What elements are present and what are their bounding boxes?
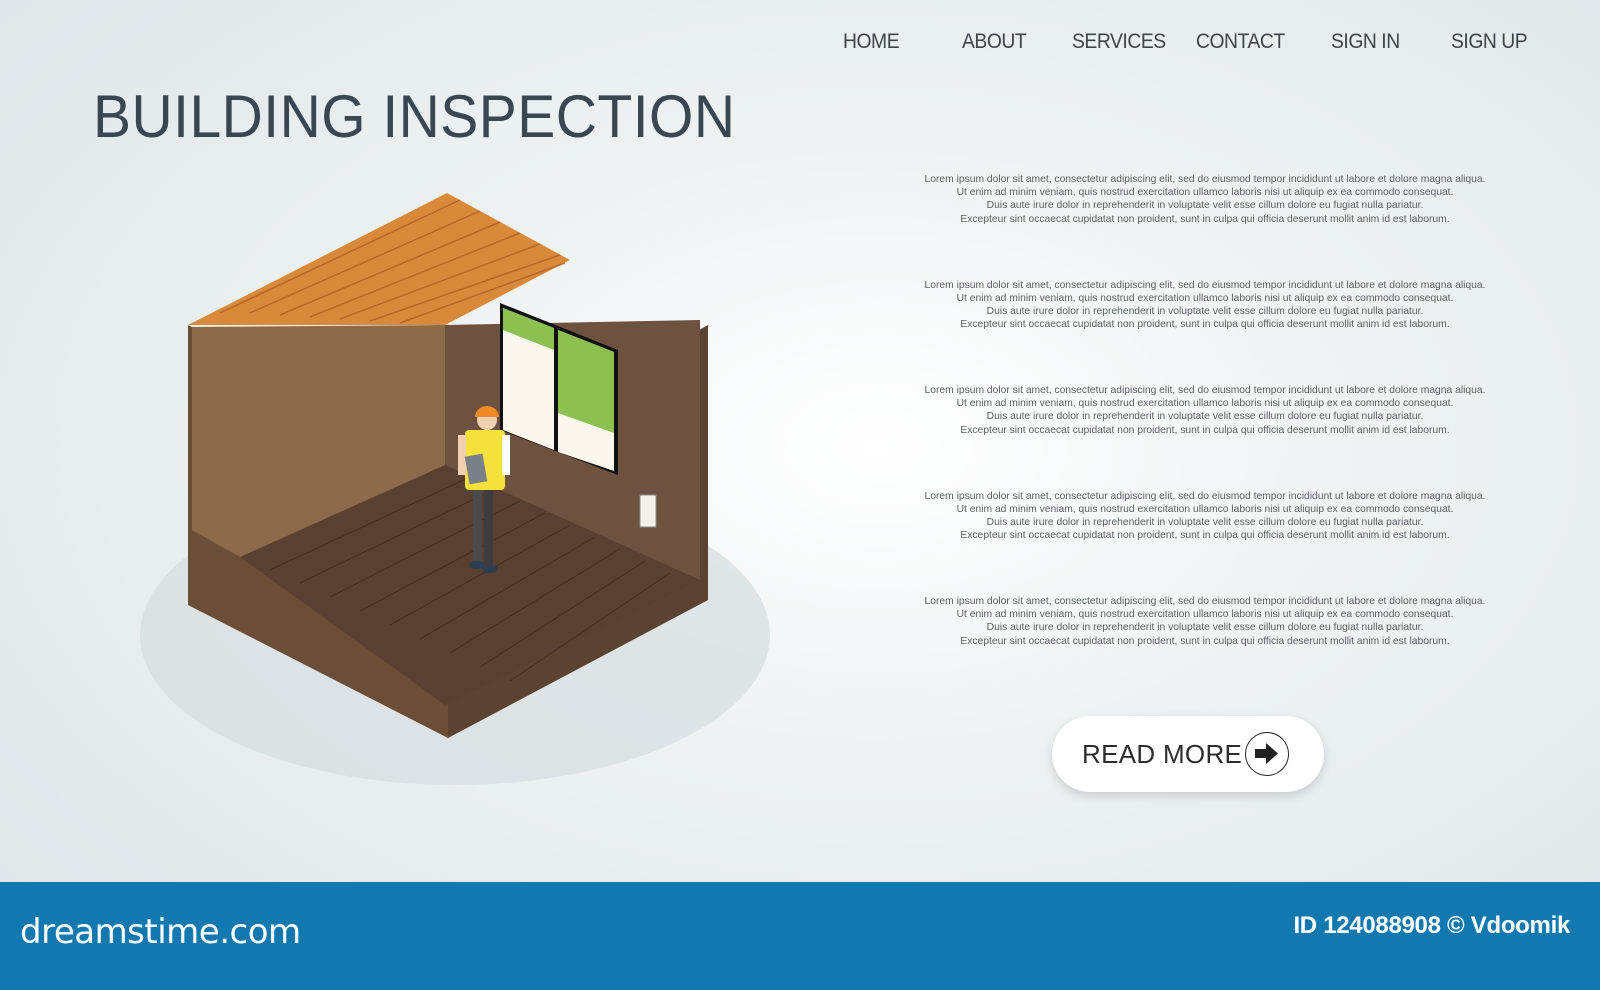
paragraph-line: Ut enim ad minim veniam, quis nostrud ex… <box>956 609 1454 621</box>
paragraph-line: Duis aute irure dolor in reprehenderit i… <box>986 200 1424 212</box>
roof <box>188 193 570 325</box>
nav-sign-up[interactable]: SIGN UP <box>1451 30 1528 54</box>
arrow-right-icon <box>1245 732 1289 776</box>
paragraph: Lorem ipsum dolor sit amet, consectetur … <box>905 384 1505 490</box>
nav-services[interactable]: SERVICES <box>1072 30 1166 54</box>
paragraph-line: Duis aute irure dolor in reprehenderit i… <box>986 411 1424 423</box>
read-more-label: READ MORE <box>1082 739 1243 769</box>
wall-outlet <box>639 494 657 528</box>
paragraph-line: Excepteur sint occaecat cupidatat non pr… <box>960 424 1450 436</box>
paragraph-line: Duis aute irure dolor in reprehenderit i… <box>986 305 1424 317</box>
paragraph-line: Excepteur sint occaecat cupidatat non pr… <box>960 319 1450 331</box>
paragraph-line: Excepteur sint occaecat cupidatat non pr… <box>960 635 1450 647</box>
paragraph-line: Ut enim ad minim veniam, quis nostrud ex… <box>956 503 1454 515</box>
brand-logo: dreamstime.com <box>20 912 301 952</box>
paragraph-line: Lorem ipsum dolor sit amet, consectetur … <box>924 279 1486 291</box>
paragraph-line: Excepteur sint occaecat cupidatat non pr… <box>960 213 1450 225</box>
top-nav: HOME ABOUT SERVICES CONTACT SIGN IN SIGN… <box>0 30 1600 60</box>
isometric-room-with-inspector-icon <box>140 193 770 785</box>
paragraph: Lorem ipsum dolor sit amet, consectetur … <box>905 173 1505 279</box>
paragraph-line: Ut enim ad minim veniam, quis nostrud ex… <box>956 292 1454 304</box>
footer-bar: dreamstime.com ID 124088908 © Vdoomik <box>0 882 1600 990</box>
paragraph: Lorem ipsum dolor sit amet, consectetur … <box>905 595 1505 701</box>
nav-sign-in[interactable]: SIGN IN <box>1331 30 1400 54</box>
nav-home[interactable]: HOME <box>843 30 900 54</box>
text-blocks: Lorem ipsum dolor sit amet, consectetur … <box>905 173 1505 701</box>
paragraph-line: Ut enim ad minim veniam, quis nostrud ex… <box>956 398 1454 410</box>
paragraph: Lorem ipsum dolor sit amet, consectetur … <box>905 490 1505 596</box>
paragraph-line: Lorem ipsum dolor sit amet, consectetur … <box>924 596 1486 607</box>
paragraph-line: Excepteur sint occaecat cupidatat non pr… <box>960 530 1450 542</box>
image-credit: ID 124088908 © Vdoomik <box>1293 912 1570 939</box>
paragraph-line: Duis aute irure dolor in reprehenderit i… <box>986 516 1424 528</box>
page-title: BUILDING INSPECTION <box>93 83 736 150</box>
paragraph: Lorem ipsum dolor sit amet, consectetur … <box>905 279 1505 385</box>
isometric-room-illustration <box>140 185 780 795</box>
nav-contact[interactable]: CONTACT <box>1196 30 1285 54</box>
read-more-button[interactable]: READ MORE <box>1052 716 1324 792</box>
paragraph-line: Lorem ipsum dolor sit amet, consectetur … <box>924 385 1486 396</box>
nav-about[interactable]: ABOUT <box>962 30 1027 54</box>
paragraph-line: Ut enim ad minim veniam, quis nostrud ex… <box>956 187 1454 199</box>
paragraph-line: Duis aute irure dolor in reprehenderit i… <box>986 622 1424 634</box>
paragraph-line: Lorem ipsum dolor sit amet, consectetur … <box>924 490 1486 502</box>
paragraph-line: Lorem ipsum dolor sit amet, consectetur … <box>924 174 1486 185</box>
